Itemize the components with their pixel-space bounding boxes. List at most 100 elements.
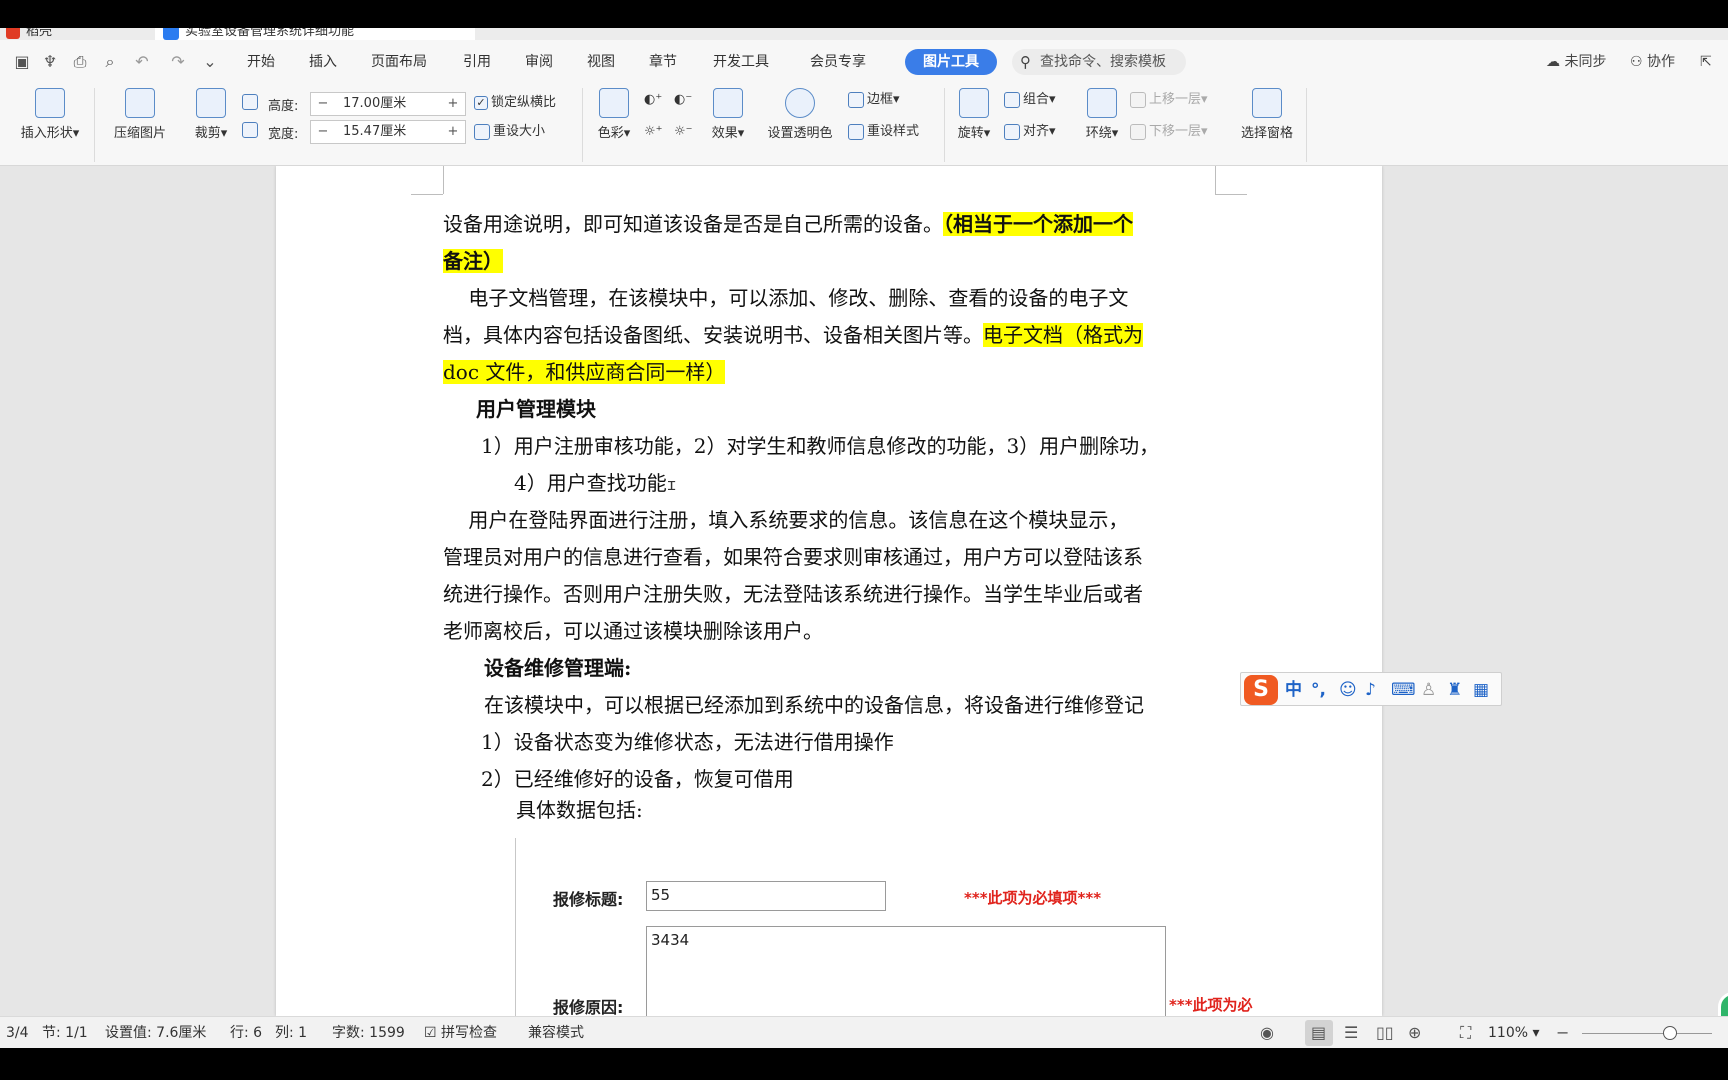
menu-member[interactable]: 会员专享 [810, 52, 866, 72]
menu-insert[interactable]: 插入 [309, 52, 337, 72]
menu-picture-tools[interactable]: 图片工具 [905, 49, 997, 75]
decrease-contrast-icon[interactable]: ◐⁻ [674, 90, 692, 110]
height-decrease[interactable]: − [311, 93, 335, 115]
zoom-level[interactable]: 110% ▾ [1488, 1024, 1540, 1042]
web-view-icon[interactable]: ⊕ [1408, 1024, 1421, 1042]
paragraph-line: 管理员对用户的信息进行查看，如果符合要求则审核通过，用户方可以登陆该系 [443, 545, 1143, 569]
word-count[interactable]: 字数: 1599 [332, 1024, 405, 1042]
keyboard-icon[interactable]: ⌨ [1391, 679, 1416, 701]
effects-button[interactable]: 效果▾ [706, 88, 750, 141]
tab-home[interactable]: 稻壳 [0, 28, 150, 40]
width-increase[interactable]: + [441, 121, 465, 143]
menu-developer[interactable]: 开发工具 [713, 52, 769, 72]
print-preview-icon[interactable]: ⌕ [100, 52, 120, 72]
print-icon[interactable]: ⎙ [70, 52, 90, 72]
bring-forward-button[interactable]: 上移一层▾ [1130, 90, 1208, 110]
zoom-slider[interactable] [1582, 1033, 1712, 1034]
text-cursor: ɪ [666, 475, 677, 494]
ime-mode[interactable]: 中 [1285, 679, 1302, 701]
page-indicator[interactable]: 3/4 [6, 1024, 29, 1042]
outline-view-icon[interactable]: ☰ [1344, 1024, 1358, 1042]
embedded-form-image[interactable]: 报修标题: 55 ***此项为必填项*** 3434 报修原因: ***此项为必 [515, 838, 1315, 1016]
align-button[interactable]: 对齐▾ [1004, 122, 1056, 142]
document-area[interactable]: 设备用途说明，即可知道该设备是否是自己所需的设备。（相当于一个添加一个 备注） … [0, 166, 1728, 1016]
selection-pane-button[interactable]: 选择窗格 [1236, 88, 1298, 141]
emoji-icon[interactable]: ☺ [1339, 679, 1357, 701]
decrease-brightness-icon[interactable]: ☼⁻ [674, 122, 693, 142]
collab-label: 协作 [1647, 54, 1676, 70]
status-bar: 3/4 节: 1/1 设置值: 7.6厘米 行: 6 列: 1 字数: 1599… [0, 1016, 1728, 1048]
punctuation-icon[interactable]: °, [1311, 679, 1326, 701]
doc-icon [163, 28, 179, 40]
column-indicator: 列: 1 [275, 1025, 308, 1041]
insert-shape-button[interactable]: 插入形状▾ [14, 88, 86, 141]
image-border [515, 838, 516, 1016]
command-search[interactable]: ⚲ 查找命令、搜索模板 [1012, 49, 1186, 75]
share-icon[interactable]: ⇱ [1700, 52, 1712, 72]
reset-size-icon [474, 123, 490, 140]
user-icon[interactable]: ♙ [1421, 679, 1436, 701]
send-backward-button[interactable]: 下移一层▾ [1130, 122, 1208, 142]
selection-pane-label: 选择窗格 [1240, 126, 1293, 141]
tab-document[interactable]: 实验室设备管理系统详细功能 [155, 28, 475, 40]
spell-check-toggle[interactable]: ☑ 拼写检查 [424, 1024, 497, 1042]
toolbox-icon[interactable]: ▦ [1473, 679, 1489, 701]
reading-view-icon[interactable]: ▯▯ [1376, 1024, 1394, 1042]
menu-view[interactable]: 视图 [587, 52, 615, 72]
align-icon [1004, 123, 1020, 140]
zoom-out-icon[interactable]: − [1556, 1024, 1569, 1042]
undo-icon[interactable]: ↶ [132, 52, 152, 72]
save-icon[interactable]: ▣ [12, 52, 32, 72]
rotate-icon [959, 88, 989, 118]
menu-start[interactable]: 开始 [247, 52, 275, 72]
sync-status[interactable]: ☁ 未同步 [1546, 52, 1606, 72]
paragraph-line: 具体数据包括: [516, 798, 643, 822]
color-button[interactable]: 色彩▾ [592, 88, 636, 141]
increase-brightness-icon[interactable]: ☼⁺ [644, 122, 663, 142]
customize-dropdown-icon[interactable]: ⌄ [200, 52, 220, 72]
wps-logo-icon [6, 28, 20, 39]
eye-protection-icon[interactable]: ◉ [1260, 1024, 1274, 1042]
menu-references[interactable]: 引用 [463, 52, 491, 72]
menu-chapter[interactable]: 章节 [649, 52, 677, 72]
height-increase[interactable]: + [441, 93, 465, 115]
lock-ratio-checkbox[interactable]: ✓ 锁定纵横比 [474, 93, 556, 113]
reset-style-button[interactable]: 重设样式 [848, 122, 919, 142]
border-button[interactable]: 边框▾ [848, 90, 900, 110]
redo-icon[interactable]: ↷ [168, 52, 188, 72]
rotate-button[interactable]: 旋转▾ [952, 88, 996, 141]
ime-toolbar[interactable]: S 中 °, ☺ ♪ ⌨ ♙ ♜ ▦ [1240, 672, 1502, 706]
compress-picture-button[interactable]: 压缩图片 [106, 88, 174, 141]
fit-page-icon[interactable]: ⛶ [1460, 1024, 1471, 1042]
sogou-logo-icon[interactable]: S [1244, 675, 1278, 705]
command-search-placeholder: 查找命令、搜索模板 [1040, 54, 1166, 70]
height-field[interactable]: − 17.00厘米 + [310, 92, 466, 116]
group-button[interactable]: 组合▾ [1004, 90, 1056, 110]
bring-forward-icon [1130, 91, 1146, 108]
paragraph-line: 用户在登陆界面进行注册，填入系统要求的信息。该信息在这个模块显示， [443, 508, 1129, 532]
format-painter-icon[interactable]: ♆ [40, 52, 60, 72]
lock-ratio-label: 锁定纵横比 [491, 95, 557, 110]
set-transparent-button[interactable]: 设置透明色 [760, 88, 840, 141]
menu-review[interactable]: 审阅 [525, 52, 553, 72]
width-icon [242, 120, 261, 140]
wrap-button[interactable]: 环绕▾ [1080, 88, 1124, 141]
reset-size-button[interactable]: 重设大小 [474, 122, 545, 142]
zoom-slider-handle[interactable] [1663, 1026, 1677, 1040]
menu-page-layout[interactable]: 页面布局 [371, 52, 427, 72]
compress-icon [125, 88, 155, 118]
increase-contrast-icon[interactable]: ◐⁺ [644, 90, 662, 110]
repair-reason-textarea: 3434 [646, 926, 1166, 1016]
page-view-icon[interactable]: ▤ [1311, 1024, 1326, 1042]
microphone-icon[interactable]: ♪ [1365, 679, 1376, 701]
skin-shirt-icon[interactable]: ♜ [1447, 679, 1462, 701]
height-icon [242, 92, 261, 112]
width-decrease[interactable]: − [311, 121, 335, 143]
collab-button[interactable]: ⚇ 协作 [1630, 52, 1675, 72]
crop-button[interactable]: 裁剪▾ [188, 88, 234, 141]
paragraph-line: 老师离校后，可以通过该模块删除该用户。 [443, 619, 823, 643]
document-page[interactable]: 设备用途说明，即可知道该设备是否是自己所需的设备。（相当于一个添加一个 备注） … [276, 166, 1382, 1016]
floating-assistant-icon[interactable] [1718, 992, 1728, 1016]
paragraph-line: 在该模块中，可以根据已经添加到系统中的设备信息，将设备进行维修登记 [484, 693, 1144, 717]
width-field[interactable]: − 15.47厘米 + [310, 120, 466, 144]
